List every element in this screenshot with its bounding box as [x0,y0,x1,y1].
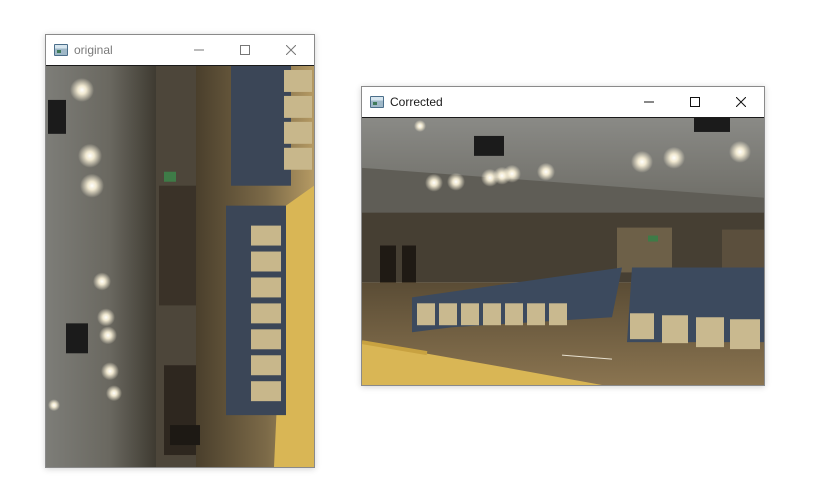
corrected-image-viewport [362,117,764,385]
original-window-controls [176,35,314,65]
corrected-window-title: Corrected [390,95,443,109]
minimize-icon [194,49,204,51]
corrected-window: Corrected [361,86,765,386]
corrected-auditorium-image [362,118,764,385]
corrected-maximize-button[interactable] [672,87,718,117]
app-window-icon [370,96,384,108]
original-maximize-button[interactable] [222,35,268,65]
original-image-viewport [46,65,314,467]
original-titlebar[interactable]: original [46,35,314,65]
original-auditorium-image [46,66,314,467]
original-window: original [45,34,315,468]
app-window-icon [54,44,68,56]
minimize-icon [644,101,654,103]
corrected-minimize-button[interactable] [626,87,672,117]
close-icon [736,97,746,107]
original-window-title: original [74,43,113,57]
original-close-button[interactable] [268,35,314,65]
maximize-icon [690,97,700,107]
corrected-window-controls [626,87,764,117]
close-icon [286,45,296,55]
original-minimize-button[interactable] [176,35,222,65]
corrected-titlebar[interactable]: Corrected [362,87,764,117]
corrected-close-button[interactable] [718,87,764,117]
maximize-icon [240,45,250,55]
